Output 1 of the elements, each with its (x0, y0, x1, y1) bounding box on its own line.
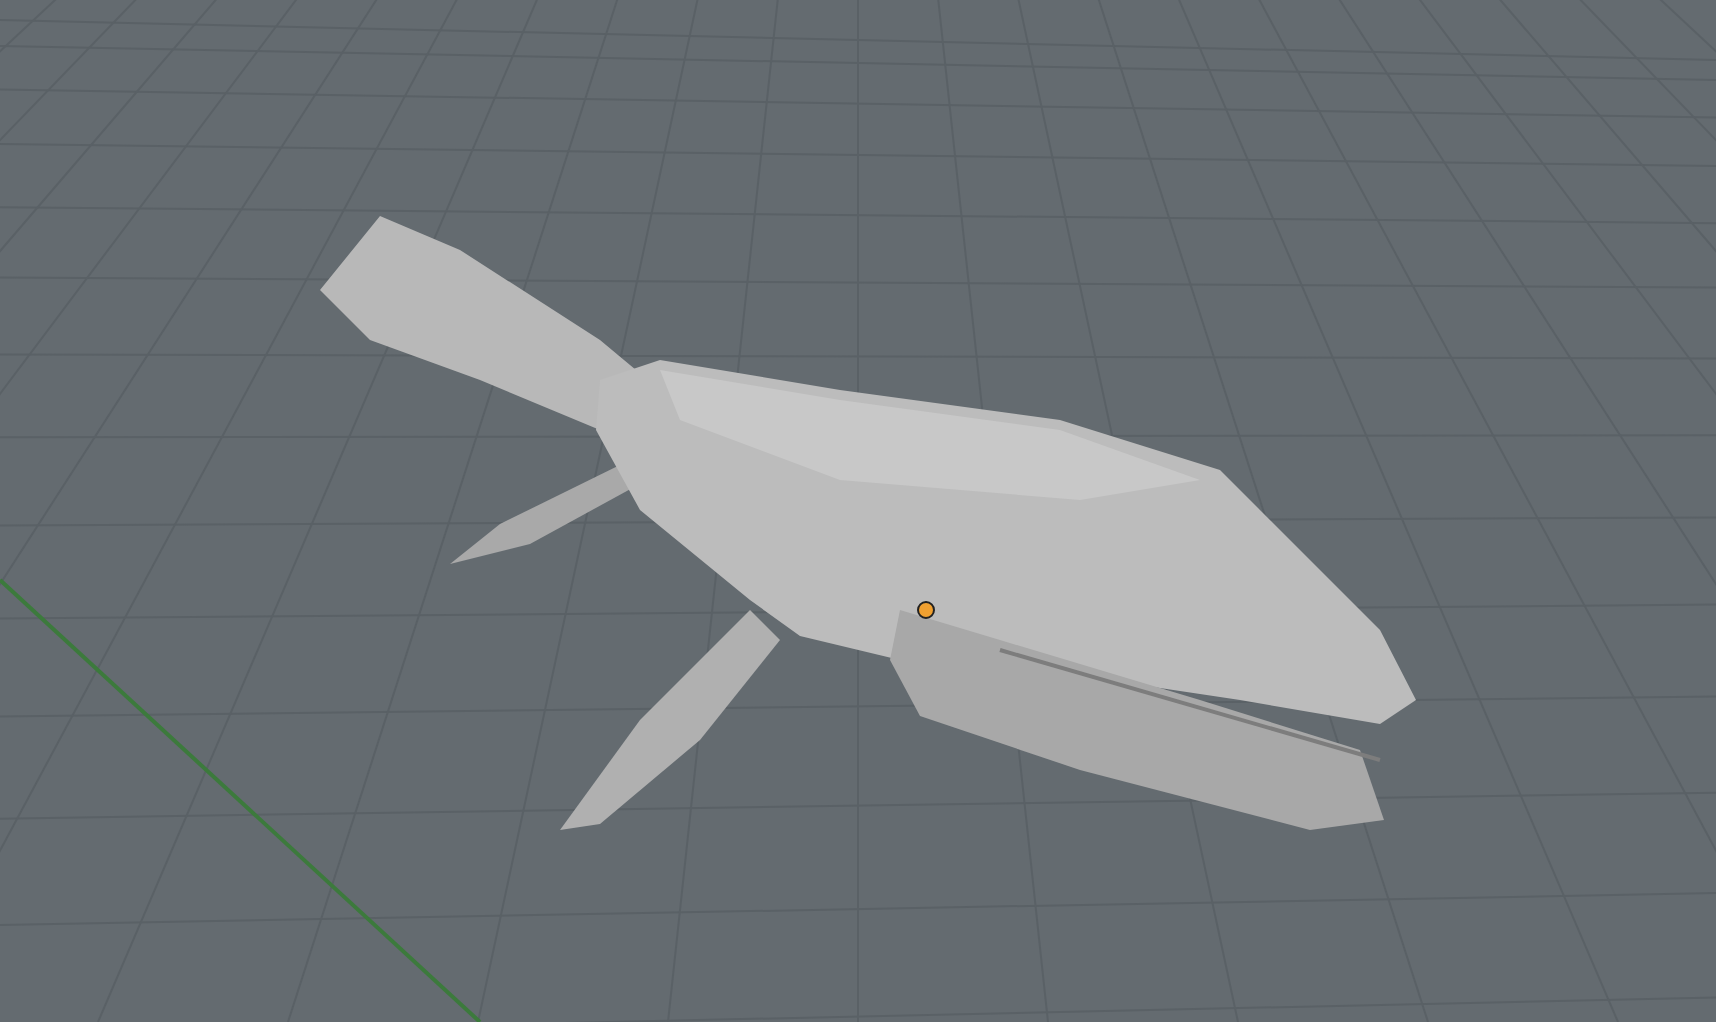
3d-viewport[interactable] (0, 0, 1716, 1022)
